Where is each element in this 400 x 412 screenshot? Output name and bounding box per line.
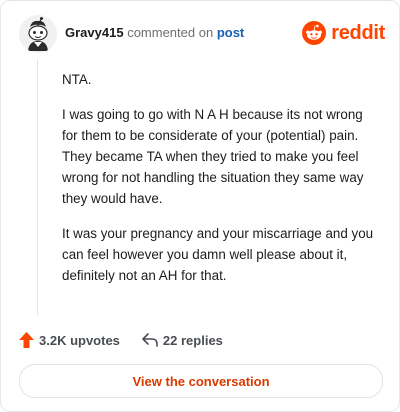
reddit-logo-icon bbox=[302, 21, 327, 45]
comment-stats: 3.2K upvotes 22 replies bbox=[19, 331, 223, 349]
comment-embed-card: Gravy415 commented on post reddit NTA. I… bbox=[0, 0, 400, 412]
reddit-brand[interactable]: reddit bbox=[302, 20, 385, 46]
brand-wordmark: reddit bbox=[331, 21, 385, 44]
comment-paragraph: It was your pregnancy and your miscarria… bbox=[62, 226, 374, 283]
replies-stat[interactable]: 22 replies bbox=[142, 333, 223, 348]
comment-paragraph: NTA. bbox=[62, 72, 92, 87]
comment-header: Gravy415 commented on post reddit bbox=[19, 15, 385, 53]
replies-count: 22 replies bbox=[162, 332, 223, 348]
thread-line bbox=[37, 59, 38, 315]
post-link[interactable]: post bbox=[217, 25, 244, 40]
comment-body: NTA. I was going to go with N A H becaus… bbox=[62, 69, 374, 300]
comment-paragraph: I was going to go with N A H because its… bbox=[62, 107, 364, 206]
upvotes-count: 3.2K upvotes bbox=[39, 332, 120, 348]
action-text: commented on bbox=[127, 25, 214, 40]
upvotes-stat[interactable]: 3.2K upvotes bbox=[19, 332, 120, 348]
avatar[interactable] bbox=[19, 15, 57, 53]
view-conversation-button[interactable]: View the conversation bbox=[19, 364, 383, 398]
username-link[interactable]: Gravy415 bbox=[65, 25, 124, 40]
view-conversation-label: View the conversation bbox=[132, 373, 270, 389]
byline: Gravy415 commented on post bbox=[65, 25, 244, 40]
avatar-snoo-icon bbox=[19, 15, 57, 53]
reply-arrow-icon bbox=[142, 333, 158, 347]
upvote-arrow-icon bbox=[19, 332, 34, 348]
